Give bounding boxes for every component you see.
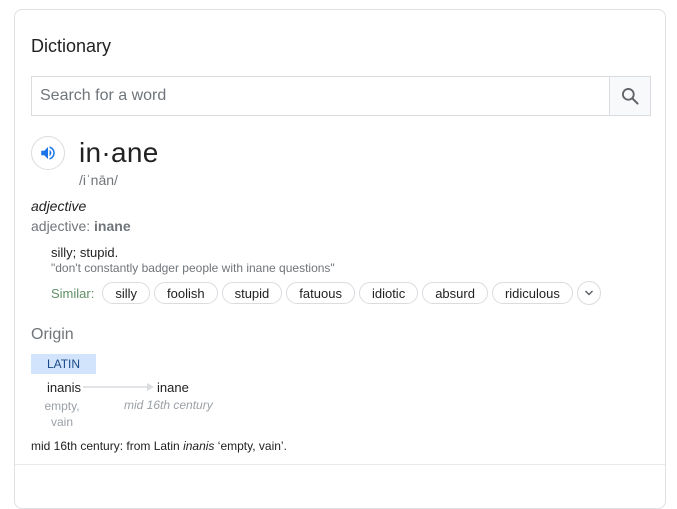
search-icon — [622, 88, 639, 105]
search-input[interactable] — [32, 77, 609, 115]
etymology-source-word: inanis — [47, 380, 81, 395]
language-tag: LATIN — [31, 354, 96, 374]
example-sentence: "don't constantly badger people with ina… — [51, 261, 335, 275]
speaker-icon — [41, 146, 55, 160]
similar-chip-ridiculous[interactable]: ridiculous — [491, 282, 573, 304]
origin-description: mid 16th century: from Latin inanis ‘emp… — [31, 439, 287, 453]
forms-value: inane — [94, 218, 131, 234]
etymology-target-word: inane — [157, 380, 189, 395]
part-of-speech: adjective — [31, 198, 87, 214]
word-forms: adjective: inane — [31, 218, 131, 234]
similar-chip-idiotic[interactable]: idiotic — [358, 282, 419, 304]
etymology-source-gloss: empty, vain — [44, 399, 80, 429]
similar-chip-stupid[interactable]: stupid — [221, 282, 283, 304]
pronounce-button[interactable] — [31, 136, 65, 170]
origin-text-suffix: ‘empty, vain’. — [214, 439, 287, 453]
etymology-date: mid 16th century — [124, 398, 213, 412]
similar-chip-absurd[interactable]: absurd — [422, 282, 488, 304]
panel-title: Dictionary — [31, 36, 112, 56]
origin-text-word: inanis — [183, 439, 215, 453]
expand-similar-button[interactable] — [576, 281, 601, 305]
similar-chip-foolish[interactable]: foolish — [154, 282, 218, 304]
chevron-down-icon — [584, 290, 593, 296]
search-box — [31, 76, 651, 116]
headword: in·ane — [79, 137, 159, 168]
similar-chip-fatuous[interactable]: fatuous — [286, 282, 355, 304]
similar-label: Similar: — [51, 285, 95, 301]
origin-heading: Origin — [31, 326, 74, 343]
similar-chip-silly[interactable]: silly — [102, 282, 151, 304]
phonetic-spelling: /iˈnān/ — [79, 172, 118, 188]
origin-text-prefix: mid 16th century: from Latin — [31, 439, 184, 453]
etymology-arrow — [83, 383, 154, 391]
divider — [15, 464, 665, 465]
forms-label: adjective: — [31, 218, 91, 234]
similar-words: Similar: silly foolish stupid fatuous id… — [51, 281, 601, 305]
definition: silly; stupid. — [51, 245, 119, 260]
search-button[interactable] — [609, 77, 650, 115]
